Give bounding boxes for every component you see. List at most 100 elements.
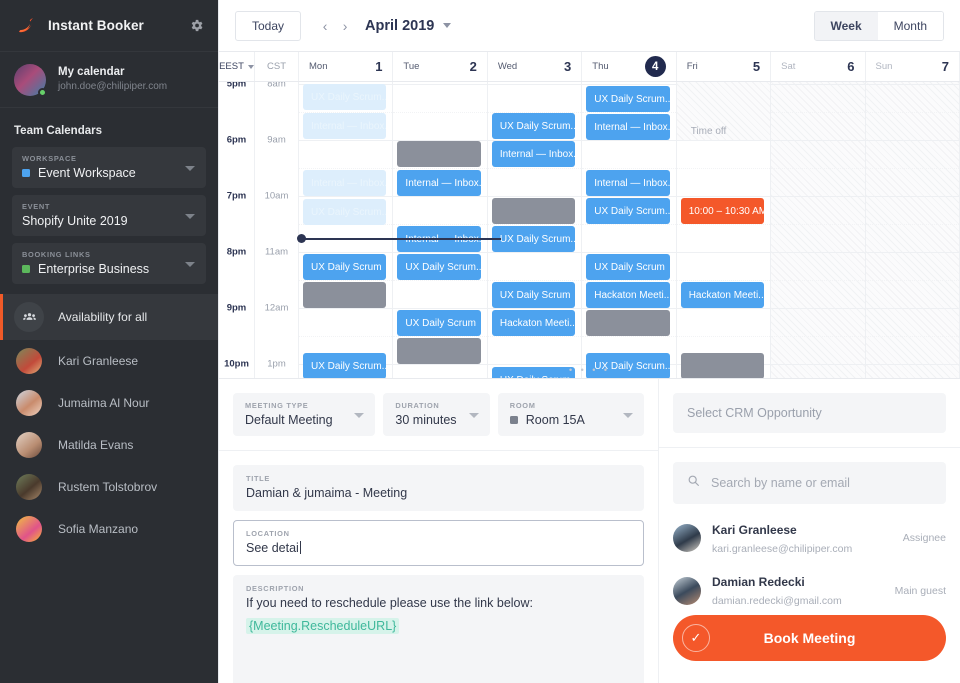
sidebar-item-person[interactable]: Jumaima Al Nour <box>0 382 218 424</box>
half-hour-gridline <box>393 112 487 113</box>
day-column-sat[interactable] <box>771 82 866 378</box>
chevron-right-icon[interactable]: › <box>335 13 355 39</box>
day-header-tue[interactable]: Tue 2 <box>393 52 488 81</box>
calendar-grid: 5pm 6pm 7pm 8pm 9pm 10pm 8am 9am 10am 11am 12am 1p… <box>219 82 960 378</box>
chevron-left-icon[interactable]: ‹ <box>315 13 335 39</box>
calendar-event[interactable]: UX Daily Scrum... <box>397 254 481 280</box>
calendar-toolbar: Today ‹ › April 2019 Week Month <box>219 0 960 52</box>
calendar-event[interactable]: UX Daily Scrum... <box>303 84 387 110</box>
day-column-fri[interactable]: Time off 10:00 – 10:30 AM Hackaton Meeti..… <box>676 82 772 378</box>
calendar-event[interactable]: UX Daily Scrum <box>491 282 576 308</box>
calendar-event[interactable] <box>397 338 481 364</box>
guest-row[interactable]: Kari Granleese kari.granleese@chilipiper.… <box>673 520 946 556</box>
day-header-wed[interactable]: Wed 3 <box>488 52 583 81</box>
duration-select[interactable]: DURATION 30 minutes <box>383 393 490 436</box>
avatar <box>14 516 44 542</box>
calendar-event[interactable] <box>680 353 765 378</box>
calendar-event[interactable]: UX Daily Scrum... <box>491 226 576 252</box>
chevron-down-icon <box>185 213 195 219</box>
calendar-event[interactable]: Internal — Inbox... <box>303 113 387 139</box>
app-title: Instant Booker <box>48 18 144 33</box>
calendar-event[interactable]: Internal — Inbox... <box>586 114 670 140</box>
crm-opportunity-placeholder: Select CRM Opportunity <box>687 406 822 420</box>
resize-handle-dots[interactable]: • • • • <box>569 365 610 375</box>
day-number: 7 <box>941 59 949 74</box>
sidebar-item-person[interactable]: Matilda Evans <box>0 424 218 466</box>
room-select[interactable]: ROOM Room 15A <box>497 393 644 436</box>
sidebar-item-availability-for-all[interactable]: Availability for all <box>0 294 218 340</box>
guest-role: Main guest <box>894 584 946 597</box>
chevron-down-icon[interactable] <box>443 23 452 28</box>
day-column-thu[interactable]: UX Daily Scrum... Internal — Inbox... Inte… <box>582 82 677 378</box>
avatar <box>14 63 47 97</box>
calendar-event[interactable]: Hackaton Meeti... <box>680 282 765 308</box>
time-label-secondary: 1pm <box>267 358 286 370</box>
sidebar-select-booking-links[interactable]: BOOKING LINKS Enterprise Business <box>12 243 206 284</box>
calendar-event[interactable]: UX Daily Scrum... <box>586 86 670 112</box>
calendar-event[interactable]: UX Daily Scrum... <box>491 113 576 139</box>
calendar-event[interactable]: UX Daily Scrum... <box>303 199 387 225</box>
tab-month[interactable]: Month <box>877 11 943 40</box>
calendar-event[interactable] <box>491 198 576 224</box>
main-panel: Today ‹ › April 2019 Week Month EEST CST… <box>218 0 960 683</box>
hour-gridline <box>487 364 582 365</box>
my-calendar-row[interactable]: My calendar john.doe@chilipiper.com <box>0 52 218 108</box>
timezone-primary-selector[interactable]: EEST <box>219 52 255 81</box>
day-header-mon[interactable]: Mon 1 <box>299 52 394 81</box>
day-number: 1 <box>375 59 383 74</box>
tab-week[interactable]: Week <box>814 11 878 40</box>
guest-search-input[interactable]: Search by name or email <box>673 462 946 504</box>
half-hour-gridline <box>299 336 393 337</box>
location-field[interactable]: LOCATION See detai <box>233 520 644 566</box>
day-column-wed[interactable]: UX Daily Scrum... Internal — Inbox... UX D… <box>487 82 583 378</box>
calendar-event[interactable]: UX Daily Scrum <box>491 367 576 378</box>
sidebar-item-person[interactable]: Rustem Tolstobrov <box>0 466 218 508</box>
meeting-type-select[interactable]: MEETING TYPE Default Meeting <box>233 393 376 436</box>
day-header-sun[interactable]: Sun 7 <box>866 52 960 81</box>
calendar-event[interactable]: Internal — Inbox... <box>397 170 481 196</box>
hour-gridline <box>299 140 393 141</box>
book-meeting-button[interactable]: ✓ Book Meeting <box>673 615 946 661</box>
half-hour-gridline <box>582 224 676 225</box>
calendar-event[interactable]: Hackaton Meeti... <box>586 282 670 308</box>
calendar-event[interactable]: Internal — Inbox... <box>491 141 576 167</box>
sidebar-select-workspace[interactable]: WORKSPACE Event Workspace <box>12 147 206 188</box>
day-column-mon[interactable]: UX Daily Scrum... Internal — Inbox... Inte… <box>299 82 394 378</box>
day-header-thu[interactable]: Thu 4 <box>582 52 677 81</box>
select-value-wrap: Shopify Unite 2019 <box>22 214 196 228</box>
calendar-event[interactable]: Internal — Inbox... <box>303 170 387 196</box>
sidebar-select-event[interactable]: EVENT Shopify Unite 2019 <box>12 195 206 236</box>
title-field[interactable]: TITLE Damian & jumaima - Meeting <box>233 465 644 511</box>
day-column-tue[interactable]: Internal — Inbox... Internal — Inbox... UX… <box>393 82 488 378</box>
half-hour-gridline <box>582 112 676 113</box>
calendar-event[interactable]: UX Daily Scrum <box>397 310 481 336</box>
title-value: Damian & jumaima - Meeting <box>246 486 408 500</box>
time-label-secondary: 9am <box>267 134 286 146</box>
calendar-event[interactable] <box>586 310 670 336</box>
guest-row[interactable]: Damian Redecki damian.redecki@gmail.com Ma… <box>673 572 946 608</box>
calendar-event[interactable] <box>303 282 387 308</box>
day-header-fri[interactable]: Fri 5 <box>677 52 772 81</box>
crm-opportunity-select[interactable]: Select CRM Opportunity <box>673 393 946 433</box>
select-label: BOOKING LINKS <box>22 250 91 259</box>
half-hour-gridline <box>582 280 676 281</box>
calendar-event[interactable]: UX Daily Scrum... <box>303 353 387 378</box>
day-column-sun[interactable] <box>865 82 960 378</box>
calendar-event[interactable]: Hackaton Meeti... <box>491 310 576 336</box>
day-of-week: Sun <box>875 61 893 72</box>
time-label-secondary: 12am <box>264 302 289 314</box>
calendar-event[interactable]: Internal — Inbox... <box>586 170 670 196</box>
calendar-event[interactable]: UX Daily Scrum... <box>586 198 670 224</box>
sidebar-item-person[interactable]: Sofia Manzano <box>0 508 218 550</box>
sidebar-item-person[interactable]: Kari Granleese <box>0 340 218 382</box>
calendar-event[interactable] <box>397 141 481 167</box>
chili-pepper-icon <box>14 15 36 37</box>
guest-email: kari.granleese@chilipiper.com <box>712 542 853 555</box>
calendar-event[interactable]: 10:00 – 10:30 AM <box>680 198 765 224</box>
today-button[interactable]: Today <box>235 10 302 41</box>
gear-icon[interactable] <box>189 18 204 33</box>
description-field[interactable]: DESCRIPTION If you need to reschedule pl… <box>233 575 644 683</box>
calendar-event[interactable]: UX Daily Scrum <box>303 254 387 280</box>
calendar-event[interactable]: UX Daily Scrum <box>586 254 670 280</box>
day-header-sat[interactable]: Sat 6 <box>771 52 866 81</box>
